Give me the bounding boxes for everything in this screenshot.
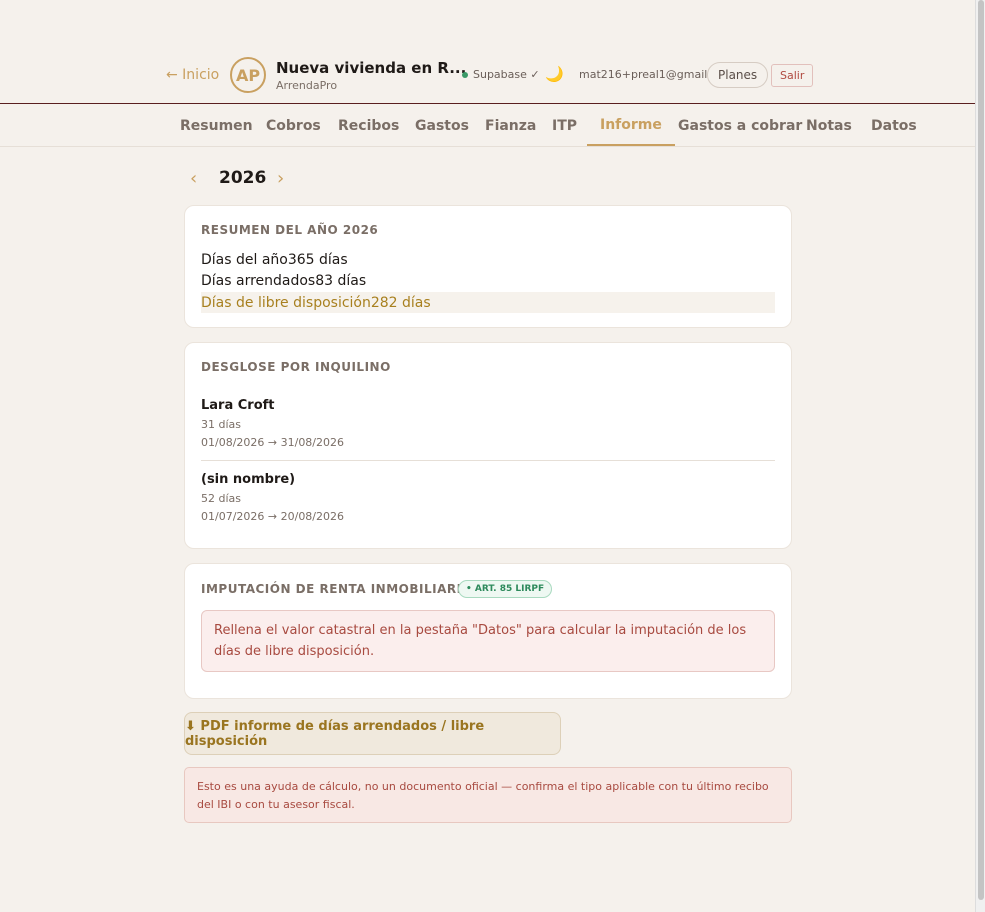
law-badge: • ART. 85 LIRPF [458, 580, 553, 598]
summary-row-label: Días del año [201, 252, 288, 268]
download-pdf-button[interactable]: ⬇ PDF informe de días arrendados / libre… [184, 712, 561, 755]
avatar: AP [230, 57, 266, 93]
scrollbar-thumb[interactable] [978, 0, 984, 900]
sync-status: Supabase ✓ [462, 68, 540, 81]
summary-card: RESUMEN DEL AÑO 2026 Días del año365 día… [184, 205, 792, 328]
tenant-date-range: 01/08/2026 → 31/08/2026 [201, 436, 345, 449]
tab-bar: Resumen Cobros Recibos Gastos Fianza ITP… [0, 105, 975, 147]
tab-datos[interactable]: Datos [858, 105, 930, 146]
imputation-title: IMPUTACIÓN DE RENTA INMOBILIARIA [201, 582, 472, 596]
next-year-button[interactable]: › [277, 168, 284, 189]
tenant-date-range: 01/07/2026 → 20/08/2026 [201, 510, 345, 523]
sync-status-label: Supabase ✓ [473, 68, 540, 81]
missing-cadastral-alert: Rellena el valor catastral en la pestaña… [201, 610, 775, 672]
back-home-link[interactable]: ← Inicio [166, 67, 219, 83]
summary-title: RESUMEN DEL AÑO 2026 [201, 223, 379, 237]
summary-row-rented-days: Días arrendados83 días [201, 273, 366, 289]
logout-button[interactable]: Salir [771, 64, 814, 87]
user-email: mat216+preal1@gmail... [579, 68, 718, 81]
plans-button[interactable]: Planes [707, 62, 769, 88]
tab-gastos[interactable]: Gastos [402, 105, 482, 146]
tenant-days: 52 días [201, 492, 242, 505]
tenant-name: Lara Croft [201, 398, 275, 413]
tab-recibos[interactable]: Recibos [325, 105, 412, 146]
app-header: ← Inicio AP Nueva vivienda en R... Arren… [0, 52, 975, 104]
previous-year-button[interactable]: ‹ [190, 168, 197, 189]
disclaimer-note: Esto es una ayuda de cálculo, no un docu… [184, 767, 792, 823]
tab-informe[interactable]: Informe [587, 105, 675, 146]
summary-row-year-days: Días del año365 días [201, 252, 348, 268]
summary-row-label: Días de libre disposición [201, 294, 371, 311]
tab-itp[interactable]: ITP [539, 105, 590, 146]
summary-row-label: Días arrendados [201, 273, 316, 289]
summary-row-value: 83 días [315, 273, 367, 289]
status-dot-icon [462, 71, 468, 78]
tenant-name: (sin nombre) [201, 472, 296, 487]
property-subtitle: ArrendaPro [276, 79, 338, 92]
breakdown-title: DESGLOSE POR INQUILINO [201, 360, 391, 374]
page-scrollbar[interactable] [975, 0, 985, 912]
summary-row-value: 365 días [287, 252, 348, 268]
summary-row-free-days: Días de libre disposición 282 días [201, 292, 775, 313]
tenant-divider [201, 460, 775, 461]
summary-row-value: 282 días [370, 294, 431, 311]
tenant-days: 31 días [201, 418, 242, 431]
tenant-breakdown-card: DESGLOSE POR INQUILINO Lara Croft 31 día… [184, 342, 792, 549]
imputation-card: IMPUTACIÓN DE RENTA INMOBILIARIA • ART. … [184, 563, 792, 699]
tab-notas[interactable]: Notas [793, 105, 865, 146]
moon-icon[interactable]: 🌙 [545, 65, 564, 83]
year-label: 2026 [219, 168, 267, 188]
property-title: Nueva vivienda en R... [276, 59, 467, 77]
tab-fianza[interactable]: Fianza [472, 105, 549, 146]
tab-resumen[interactable]: Resumen [167, 105, 266, 146]
tab-cobros[interactable]: Cobros [253, 105, 334, 146]
